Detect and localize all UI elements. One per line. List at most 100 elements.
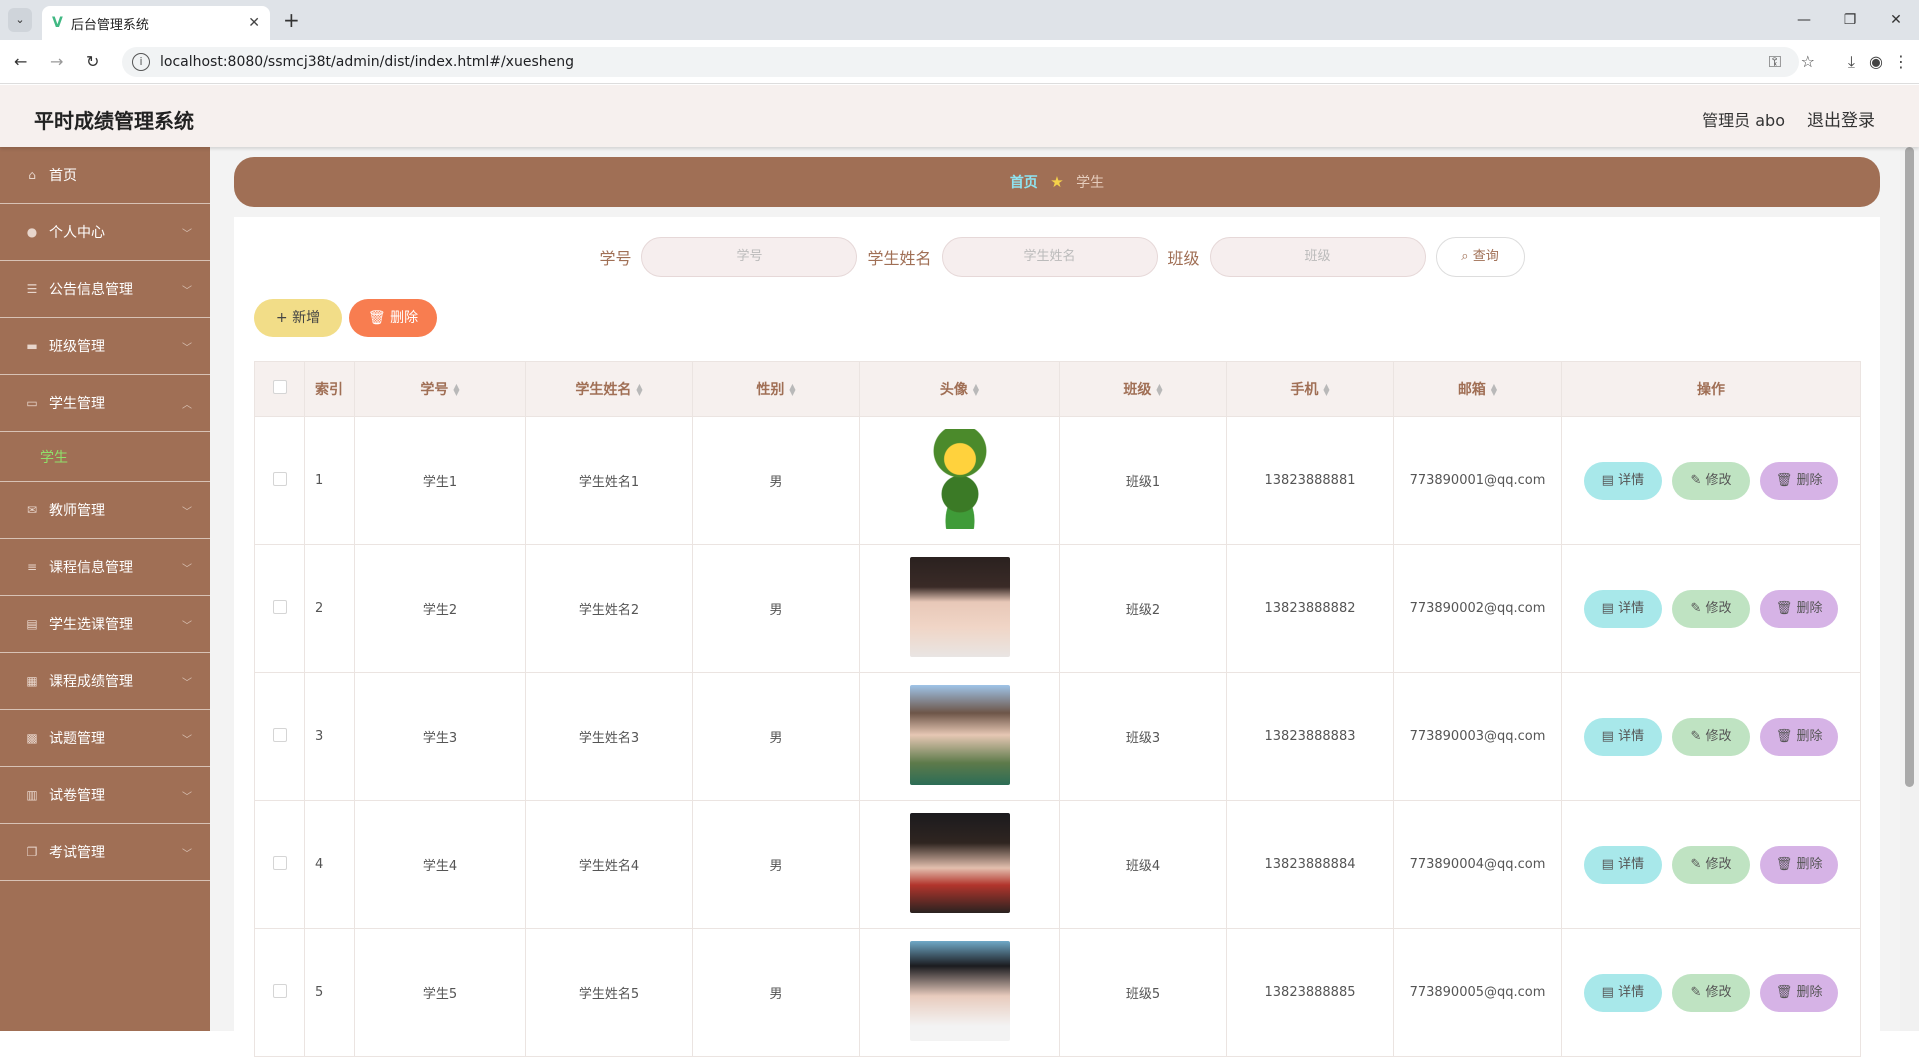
search-input-class[interactable]: 班级: [1209, 237, 1426, 277]
pencil-icon: ✎: [1690, 984, 1702, 1000]
detail-button[interactable]: ▤ 详情: [1583, 589, 1662, 628]
sort-icon[interactable]: ▲ ▼: [1156, 383, 1162, 397]
detail-button[interactable]: ▤ 详情: [1583, 973, 1662, 1012]
sidebar-subitem-student[interactable]: 学生: [0, 432, 210, 482]
avatar-image[interactable]: [909, 684, 1010, 785]
delete-button[interactable]: 🗑 删除: [1760, 717, 1839, 756]
detail-button[interactable]: ▤ 详情: [1583, 717, 1662, 756]
back-icon[interactable]: ←: [14, 52, 27, 71]
new-tab-icon[interactable]: +: [283, 8, 300, 32]
browser-tab[interactable]: V 后台管理系统 ✕: [42, 6, 270, 40]
add-button[interactable]: + 新增: [254, 299, 342, 337]
page-scrollbar[interactable]: [1900, 147, 1919, 1031]
sidebar-item-class[interactable]: ▬ 班级管理 ﹀: [0, 318, 210, 375]
edit-button[interactable]: ✎ 修改: [1672, 973, 1750, 1012]
download-icon[interactable]: ⤓: [1848, 52, 1855, 72]
star-icon: ★: [1050, 173, 1064, 191]
password-key-icon[interactable]: ⚿: [1769, 52, 1781, 72]
logout-button[interactable]: 退出登录: [1807, 106, 1875, 131]
query-button[interactable]: ⌕ 查询: [1435, 237, 1525, 277]
app-title: 平时成绩管理系统: [34, 109, 194, 133]
col-xuehao[interactable]: 学号 ▲ ▼: [354, 361, 526, 417]
reload-icon[interactable]: ↻: [86, 52, 99, 71]
sidebar-item-profile[interactable]: ● 个人中心 ﹀: [0, 204, 210, 261]
col-email[interactable]: 邮箱 ▲ ▼: [1393, 361, 1562, 417]
avatar-image[interactable]: [909, 428, 1010, 529]
sidebar-item-paper[interactable]: ▥ 试卷管理 ﹀: [0, 767, 210, 824]
sort-icon[interactable]: ▲ ▼: [1323, 383, 1329, 397]
sidebar-item-teacher[interactable]: ✉ 教师管理 ﹀: [0, 482, 210, 539]
sidebar-item-grade[interactable]: ▦ 课程成绩管理 ﹀: [0, 653, 210, 710]
url-text: localhost:8080/ssmcj38t/admin/dist/index…: [160, 54, 574, 70]
forward-icon[interactable]: →: [50, 52, 63, 71]
scrollbar-thumb[interactable]: [1905, 147, 1914, 787]
table-row: 3 学生3 学生姓名3 男 班级3 13823888883 773890003@…: [254, 672, 1861, 801]
address-bar[interactable]: i localhost:8080/ssmcj38t/admin/dist/ind…: [122, 47, 1799, 77]
select-all-checkbox[interactable]: [272, 380, 287, 394]
sidebar-item-selection[interactable]: ▤ 学生选课管理 ﹀: [0, 596, 210, 653]
cell-xuehao: 学生3: [354, 672, 526, 801]
chevron-up-icon: ︿: [182, 399, 192, 411]
sidebar-item-student[interactable]: ▭ 学生管理 ︿: [0, 375, 210, 432]
menu-icon[interactable]: ⋮: [1893, 52, 1909, 71]
profile-icon[interactable]: ◉: [1869, 52, 1883, 71]
batch-delete-button[interactable]: 🗑 删除: [349, 299, 437, 337]
edit-button[interactable]: ✎ 修改: [1672, 589, 1750, 628]
content-panel: 学号 学号 学生姓名 学生姓名 班级 班级 ⌕ 查询 + 新增 🗑 删除 索引 …: [234, 217, 1880, 1057]
cell-email: 773890005@qq.com: [1393, 928, 1562, 1057]
current-user: 管理员 abo: [1702, 111, 1785, 130]
site-info-icon[interactable]: i: [132, 53, 150, 71]
pencil-icon: ✎: [1690, 600, 1702, 616]
clipboard-icon: ▤: [26, 617, 38, 631]
cell-phone: 13823888882: [1226, 544, 1394, 673]
sidebar-item-home[interactable]: ⌂ 首页: [0, 147, 210, 204]
tab-search-icon[interactable]: ⌄: [8, 8, 32, 32]
search-input-name[interactable]: 学生姓名: [941, 237, 1158, 277]
delete-button[interactable]: 🗑 删除: [1760, 461, 1839, 500]
sort-icon[interactable]: ▲ ▼: [973, 383, 979, 397]
avatar-image[interactable]: [909, 812, 1010, 913]
sort-icon[interactable]: ▲ ▼: [636, 383, 642, 397]
close-window-icon[interactable]: ✕: [1873, 0, 1919, 40]
col-avatar[interactable]: 头像 ▲ ▼: [859, 361, 1060, 417]
delete-button[interactable]: 🗑 删除: [1760, 845, 1839, 884]
breadcrumb-home[interactable]: 首页: [1010, 175, 1038, 191]
row-checkbox[interactable]: [272, 983, 287, 998]
detail-button[interactable]: ▤ 详情: [1583, 461, 1662, 500]
sort-icon[interactable]: ▲ ▼: [453, 383, 459, 397]
edit-button[interactable]: ✎ 修改: [1672, 461, 1750, 500]
avatar-image[interactable]: [909, 556, 1010, 657]
cell-xuehao: 学生1: [354, 416, 526, 545]
table-header-row: 索引 学号 ▲ ▼ 学生姓名 ▲ ▼ 性别 ▲ ▼ 头像 ▲ ▼ 班级 ▲ ▼ 手机 ▲ ▼ 邮箱 ▲ ▼ …: [254, 361, 1861, 417]
sort-icon[interactable]: ▲ ▼: [1491, 383, 1497, 397]
avatar-image[interactable]: [909, 940, 1010, 1041]
search-input-xuehao[interactable]: 学号: [641, 237, 858, 277]
cell-index: 5: [304, 928, 355, 1057]
sidebar-item-course[interactable]: ≡ 课程信息管理 ﹀: [0, 539, 210, 596]
close-tab-icon[interactable]: ✕: [248, 15, 260, 31]
col-phone[interactable]: 手机 ▲ ▼: [1226, 361, 1394, 417]
minimize-icon[interactable]: —: [1781, 0, 1827, 40]
bookmark-star-icon[interactable]: ☆: [1801, 52, 1815, 71]
delete-button[interactable]: 🗑 删除: [1760, 589, 1839, 628]
restore-icon[interactable]: ❐: [1827, 0, 1873, 40]
edit-button[interactable]: ✎ 修改: [1672, 717, 1750, 756]
col-class[interactable]: 班级 ▲ ▼: [1059, 361, 1227, 417]
detail-button[interactable]: ▤ 详情: [1583, 845, 1662, 884]
window-controls: — ❐ ✕: [1781, 0, 1919, 40]
sidebar-item-question[interactable]: ▩ 试题管理 ﹀: [0, 710, 210, 767]
row-checkbox[interactable]: [272, 599, 287, 614]
row-checkbox[interactable]: [272, 471, 287, 486]
row-checkbox[interactable]: [272, 727, 287, 742]
sidebar-item-notice[interactable]: ☰ 公告信息管理 ﹀: [0, 261, 210, 318]
delete-button[interactable]: 🗑 删除: [1760, 973, 1839, 1012]
sort-icon[interactable]: ▲ ▼: [789, 383, 795, 397]
trash-icon: 🗑: [1775, 600, 1793, 616]
edit-button[interactable]: ✎ 修改: [1672, 845, 1750, 884]
row-checkbox[interactable]: [272, 855, 287, 870]
col-gender[interactable]: 性别 ▲ ▼: [692, 361, 860, 417]
sidebar-item-exam[interactable]: ❐ 考试管理 ﹀: [0, 824, 210, 881]
pencil-icon: ✎: [1690, 472, 1702, 488]
col-name[interactable]: 学生姓名 ▲ ▼: [525, 361, 693, 417]
cell-xuehao: 学生2: [354, 544, 526, 673]
